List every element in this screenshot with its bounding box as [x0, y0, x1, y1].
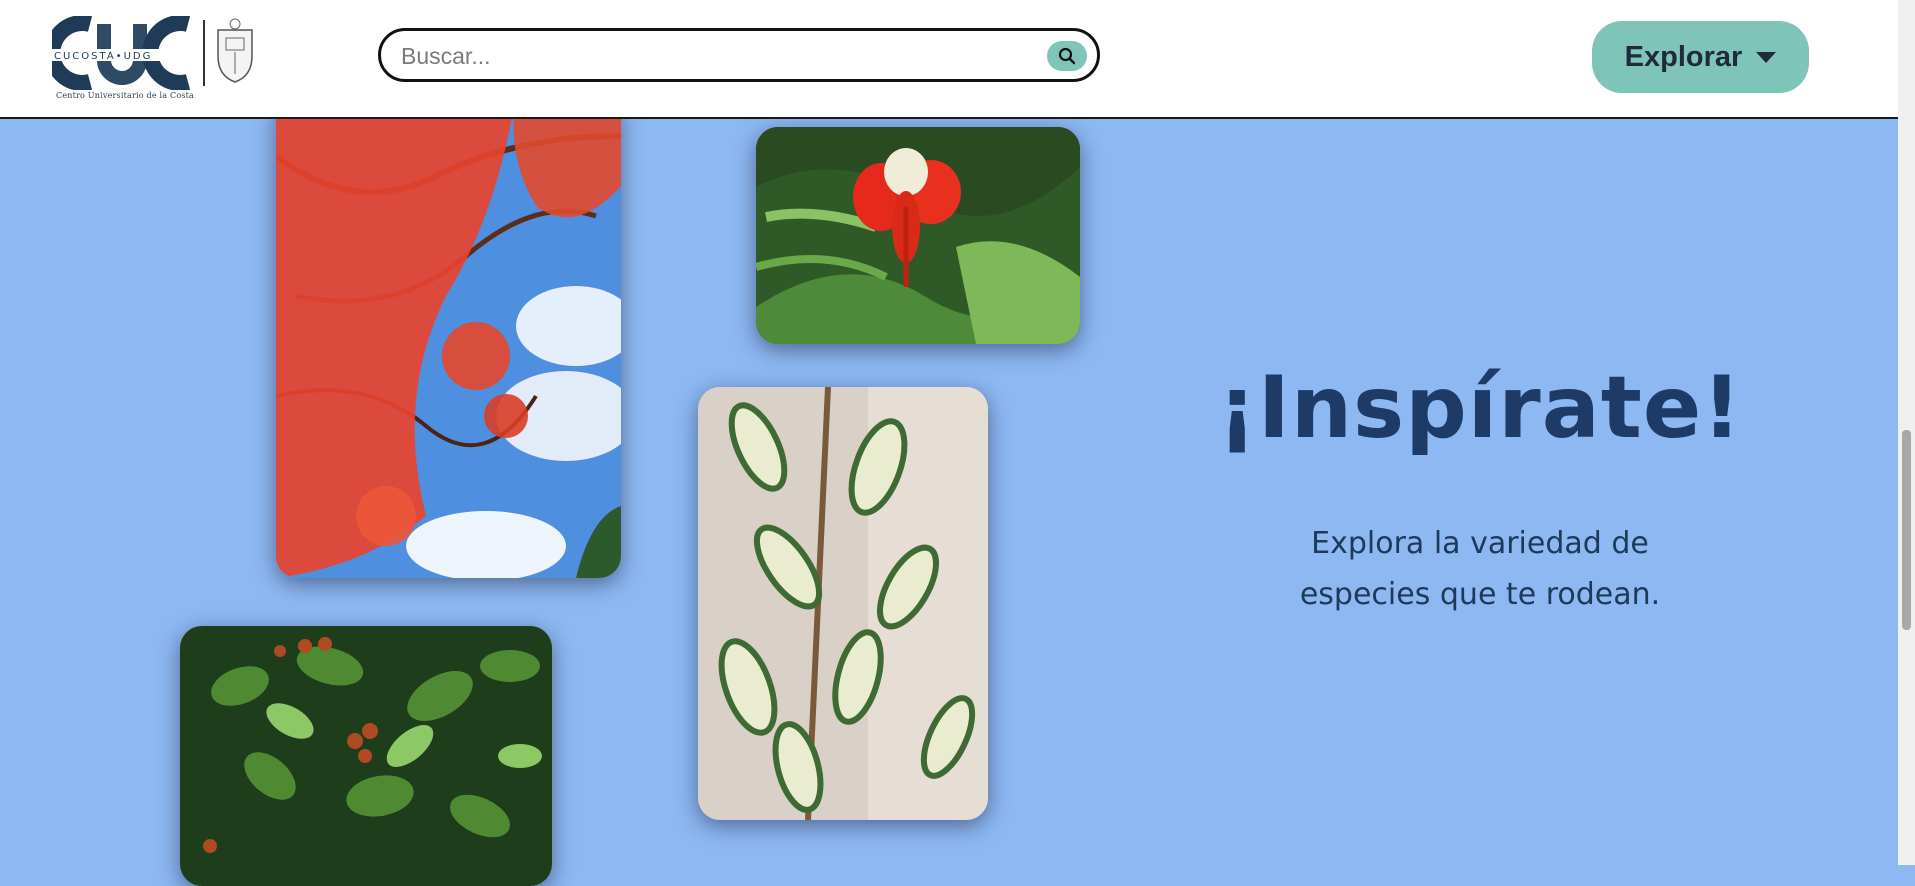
- svg-text:CUCOSTA•UDG: CUCOSTA•UDG: [54, 51, 152, 62]
- cucosta-logo-mark: CUCOSTA•UDG: [52, 16, 253, 90]
- hero-title: ¡Inspírate!: [1217, 358, 1743, 458]
- cucosta-logo[interactable]: CUCOSTA•UDG Centro Universitario de la C…: [52, 16, 262, 100]
- hero-subtitle-line1: Explora la variedad de: [1311, 526, 1649, 561]
- search-icon: [1058, 47, 1076, 65]
- hero-subtitle-line2: especies que te rodean.: [1299, 577, 1661, 612]
- scrollbar-thumb[interactable]: [1902, 430, 1911, 630]
- caret-down-icon: [1756, 51, 1777, 63]
- explore-button[interactable]: Explorar: [1592, 21, 1809, 93]
- logo-caption: Centro Universitario de la Costa: [56, 91, 195, 100]
- explore-label: Explorar: [1624, 40, 1743, 73]
- ficus-berries-photo: [180, 626, 552, 886]
- variegated-ficus-photo: [698, 387, 988, 820]
- page-scrollbar[interactable]: [1898, 0, 1915, 865]
- flamboyan-tree-photo: [276, 96, 621, 578]
- search-input[interactable]: [399, 39, 1023, 73]
- red-flower-photo: [756, 127, 1080, 344]
- search-bar: [378, 28, 1100, 82]
- search-button[interactable]: [1047, 41, 1087, 71]
- hero-subtitle: Explora la variedad de especies que te r…: [1230, 518, 1730, 620]
- top-navbar: CUCOSTA•UDG Centro Universitario de la C…: [0, 0, 1898, 119]
